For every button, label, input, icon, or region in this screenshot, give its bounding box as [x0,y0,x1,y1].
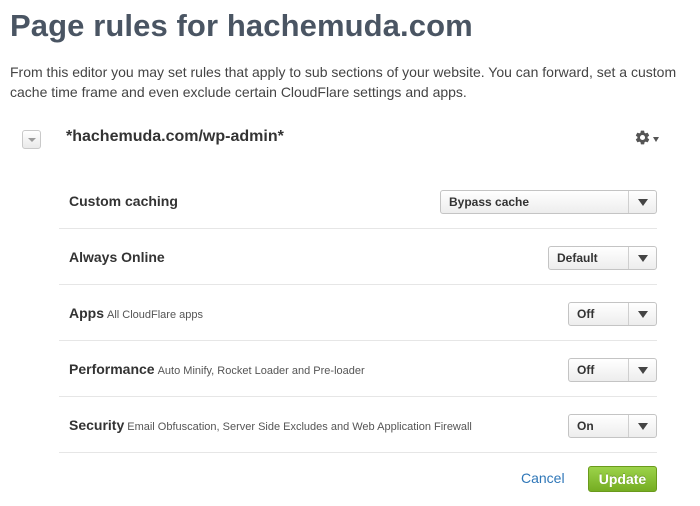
select-value: Off [577,307,595,321]
security-select[interactable]: On [568,414,657,438]
select-arrow [628,359,656,381]
setting-name: Security [69,417,125,433]
setting-row-apps: Apps All CloudFlare apps Off [59,285,657,341]
select-value: Bypass cache [449,195,530,209]
apps-select[interactable]: Off [568,302,657,326]
rule-header: *hachemuda.com/wp-admin* [22,128,662,154]
collapse-triangle-icon [28,138,36,142]
gear-icon [635,130,650,145]
select-value: Default [557,251,598,265]
setting-row-always-online: Always Online Default [59,229,657,285]
setting-name: Apps [69,305,104,321]
setting-description: All CloudFlare apps [107,309,203,321]
setting-label: Security Email Obfuscation, Server Side E… [69,417,472,433]
form-actions: Cancel Update [0,466,700,492]
setting-name: Always Online [69,249,165,265]
select-arrow [628,247,656,269]
cancel-link[interactable]: Cancel [521,470,565,486]
always-online-select[interactable]: Default [548,246,657,270]
update-button[interactable]: Update [588,466,657,492]
chevron-down-icon [638,423,648,430]
setting-name: Custom caching [69,193,178,209]
setting-label: Apps All CloudFlare apps [69,305,203,321]
select-arrow [628,303,656,325]
select-value: Off [577,363,595,377]
chevron-down-icon [638,311,648,318]
setting-label: Performance Auto Minify, Rocket Loader an… [69,361,365,377]
setting-label: Always Online [69,249,168,265]
page-title: Page rules for hachemuda.com [10,8,473,43]
rule-settings-menu[interactable] [634,129,664,149]
page-intro: From this editor you may set rules that … [10,64,677,100]
select-arrow [628,415,656,437]
setting-row-security: Security Email Obfuscation, Server Side E… [59,397,657,453]
select-arrow [628,191,656,213]
settings-list: Custom caching Bypass cache Always Onlin… [59,173,657,453]
setting-description: Email Obfuscation, Server Side Excludes … [127,421,472,433]
chevron-down-icon [638,199,648,206]
select-value: On [577,419,594,433]
collapse-toggle-button[interactable] [22,130,41,149]
rule-url-pattern: *hachemuda.com/wp-admin* [66,128,284,145]
setting-description: Auto Minify, Rocket Loader and Pre-loade… [157,365,365,377]
chevron-down-icon [653,137,659,142]
setting-name: Performance [69,361,155,377]
setting-row-performance: Performance Auto Minify, Rocket Loader an… [59,341,657,397]
performance-select[interactable]: Off [568,358,657,382]
chevron-down-icon [638,367,648,374]
custom-caching-select[interactable]: Bypass cache [440,190,657,214]
setting-label: Custom caching [69,193,181,209]
setting-row-custom-caching: Custom caching Bypass cache [59,173,657,229]
chevron-down-icon [638,255,648,262]
